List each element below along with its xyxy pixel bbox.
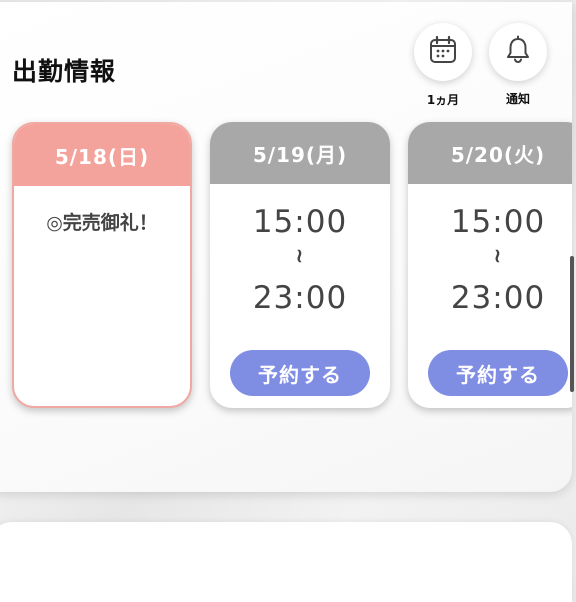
notify-label: 通知 bbox=[505, 92, 530, 106]
reserve-button[interactable]: 予約する bbox=[230, 350, 370, 396]
month-calendar-button[interactable] bbox=[414, 23, 472, 81]
reserve-button[interactable]: 予約する bbox=[428, 350, 568, 396]
notify-button[interactable] bbox=[489, 23, 547, 81]
sold-out-note: ◎完売御礼！ bbox=[46, 212, 158, 234]
scrollbar[interactable] bbox=[570, 256, 574, 392]
attendance-panel: 出勤情報 1ヵ月 通知 5/18(日) ◎完売御礼！ 5/19(月) 15:00… bbox=[0, 2, 572, 492]
section-title: 出勤情報 bbox=[12, 57, 117, 86]
time-separator: ~ bbox=[486, 247, 510, 265]
day-card-0518[interactable]: 5/18(日) ◎完売御礼！ bbox=[12, 122, 192, 408]
day-card-0520[interactable]: 5/20(火) 15:00 ~ 23:00 予約する bbox=[408, 122, 572, 408]
day-card-0519[interactable]: 5/19(月) 15:00 ~ 23:00 予約する bbox=[210, 122, 390, 408]
day-date: 5/18(日) bbox=[14, 124, 190, 186]
month-label: 1ヵ月 bbox=[426, 93, 460, 107]
calendar-icon bbox=[428, 35, 458, 69]
time-separator: ~ bbox=[288, 247, 312, 265]
bell-icon bbox=[503, 35, 533, 69]
next-section-card bbox=[0, 522, 572, 602]
